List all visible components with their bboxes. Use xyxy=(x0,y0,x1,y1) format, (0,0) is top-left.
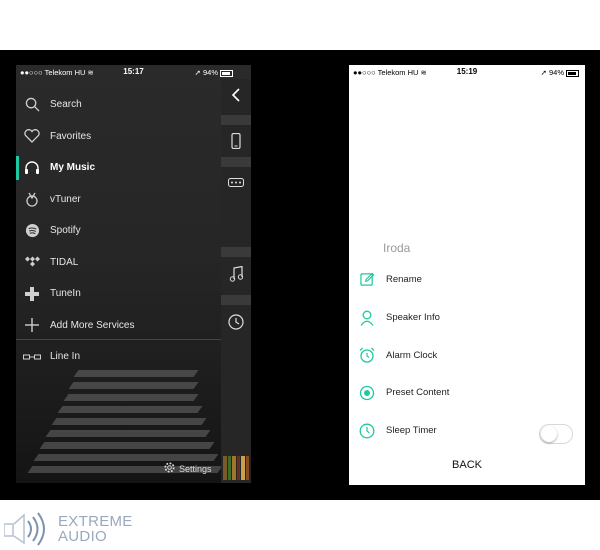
menu-item-label: Line In xyxy=(50,351,81,363)
menu-item-label: My Music xyxy=(50,162,96,174)
battery-icon xyxy=(220,69,233,77)
sleep-timer-icon xyxy=(359,423,375,439)
menu-item-label: vTuner xyxy=(50,193,81,205)
menu-item-search[interactable]: Search xyxy=(16,89,221,121)
menu-item-label: Add More Services xyxy=(50,319,135,331)
battery-icon xyxy=(566,69,579,77)
menu-item-vtuner[interactable]: vTuner xyxy=(16,184,221,216)
device-rail xyxy=(221,79,251,483)
extreme-audio-logo: EXTREME AUDIO xyxy=(4,512,133,546)
device-name: Iroda xyxy=(383,241,411,255)
option-label: Preset Content xyxy=(386,387,450,399)
option-label: Sleep Timer xyxy=(386,425,437,437)
music-note-icon[interactable] xyxy=(221,259,251,289)
alarm-clock-icon xyxy=(359,347,375,363)
status-bar: ●●○○○ Telekom HU ≋ 15:17 ➚ 94% xyxy=(16,65,251,79)
menu-item-favorites[interactable]: Favorites xyxy=(16,121,221,153)
rename-option[interactable]: Rename xyxy=(349,261,585,299)
menu-item-label: Search xyxy=(50,99,82,111)
menu-item-label: TuneIn xyxy=(50,288,81,300)
plus-icon xyxy=(23,316,41,334)
menu-divider xyxy=(16,339,221,340)
speaker-info-option[interactable]: Speaker Info xyxy=(349,299,585,337)
menu-item-label: Spotify xyxy=(50,225,81,237)
edit-icon xyxy=(359,272,375,288)
logo-line-1: EXTREME xyxy=(58,513,133,530)
tunein-icon xyxy=(23,285,41,303)
rail-separator xyxy=(221,295,251,305)
search-icon xyxy=(23,96,41,114)
rail-separator xyxy=(221,115,251,125)
option-label: Alarm Clock xyxy=(386,349,438,361)
headphones-icon xyxy=(23,159,41,177)
settings-label: Settings xyxy=(179,463,212,474)
option-label: Speaker Info xyxy=(386,312,440,324)
spotify-icon xyxy=(23,222,41,240)
battery-indicator: ➚ 94% xyxy=(195,68,233,77)
toggle-knob xyxy=(541,425,557,442)
preset-content-option[interactable]: Preset Content xyxy=(349,374,585,412)
history-clock-icon[interactable] xyxy=(221,307,251,337)
menu-item-my-music[interactable]: My Music xyxy=(16,152,221,184)
option-label: Rename xyxy=(386,274,422,286)
rail-separator xyxy=(221,247,251,257)
tidal-icon xyxy=(23,253,41,271)
menu-item-add-more-services[interactable]: Add More Services xyxy=(16,310,221,342)
side-menu: Search Favorites My Music vTuner Spotify xyxy=(16,89,221,373)
menu-item-spotify[interactable]: Spotify xyxy=(16,215,221,247)
sleep-timer-toggle[interactable] xyxy=(539,423,573,444)
menu-item-line-in[interactable]: Line In xyxy=(16,341,221,373)
rail-separator xyxy=(221,157,251,167)
back-chevron-icon[interactable] xyxy=(221,83,251,107)
alarm-clock-option[interactable]: Alarm Clock xyxy=(349,336,585,374)
status-bar: ●●○○○ Telekom HU ≋ 15:19 ➚ 94% xyxy=(349,65,585,79)
album-art-thumbnail[interactable] xyxy=(223,456,249,480)
menu-item-label: TIDAL xyxy=(50,256,79,268)
battery-label: 94% xyxy=(548,68,564,77)
logo-line-2: AUDIO xyxy=(58,528,108,545)
person-icon xyxy=(359,310,375,326)
vtuner-icon xyxy=(23,190,41,208)
left-phone-screen: ●●○○○ Telekom HU ≋ 15:17 ➚ 94% Search Fa… xyxy=(16,65,251,483)
preset-icon xyxy=(359,385,375,401)
gear-icon xyxy=(164,462,175,475)
heart-icon xyxy=(23,127,41,145)
speaker-options-menu: Rename Speaker Info Alarm Clock Preset C… xyxy=(349,261,585,449)
back-button[interactable]: BACK xyxy=(349,459,585,471)
line-in-icon xyxy=(23,348,41,366)
battery-indicator: ➚ 94% xyxy=(541,68,579,77)
battery-label: 94% xyxy=(202,68,218,77)
sleep-timer-option[interactable]: Sleep Timer xyxy=(349,412,585,450)
settings-button[interactable]: Settings xyxy=(164,462,212,475)
speaker-device-icon[interactable] xyxy=(221,169,251,195)
right-phone-screen: ●●○○○ Telekom HU ≋ 15:19 ➚ 94% Iroda Ren… xyxy=(349,65,585,485)
menu-item-tunein[interactable]: TuneIn xyxy=(16,278,221,310)
phone-device-icon[interactable] xyxy=(221,127,251,155)
menu-item-label: Favorites xyxy=(50,130,92,142)
speaker-logo-icon xyxy=(4,512,45,546)
menu-item-tidal[interactable]: TIDAL xyxy=(16,247,221,279)
